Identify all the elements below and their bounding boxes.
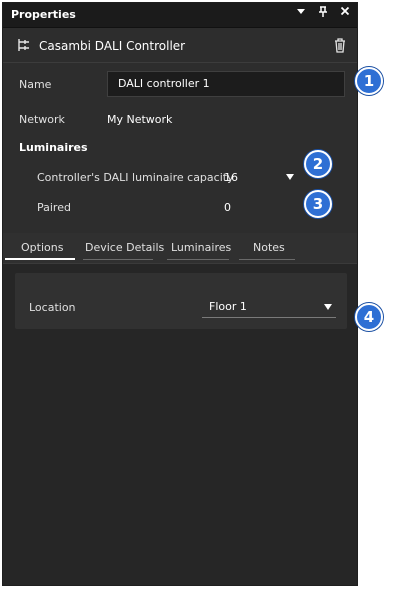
titlebar-icons [295, 6, 351, 21]
header-divider [3, 62, 357, 63]
dropdown-caret-icon[interactable] [295, 6, 307, 21]
tab-device-details-underline [83, 259, 153, 260]
network-label: Network [19, 113, 65, 126]
pin-icon[interactable] [317, 6, 329, 21]
properties-panel: Properties Casambi DALI Controller Name … [2, 2, 358, 586]
chevron-down-icon [286, 174, 294, 180]
tab-notes-underline [239, 259, 295, 260]
location-select[interactable]: Floor 1 [202, 297, 336, 318]
chevron-down-icon [324, 304, 332, 310]
location-label: Location [29, 301, 76, 314]
tab-options[interactable]: Options [21, 241, 63, 254]
network-value: My Network [107, 113, 173, 126]
capacity-dropdown[interactable]: 16 [217, 165, 297, 187]
tab-bar: Options Device Details Luminaires Notes [3, 233, 357, 264]
controller-icon [17, 38, 31, 52]
name-label: Name [19, 78, 52, 91]
name-field[interactable]: DALI controller 1 [107, 71, 345, 97]
tab-options-underline [5, 258, 75, 260]
device-header: Casambi DALI Controller [17, 37, 347, 57]
callout-badge-1: 1 [355, 67, 383, 95]
trash-icon[interactable] [333, 37, 347, 53]
tab-luminaires-underline [167, 259, 229, 260]
panel-titlebar: Properties [3, 3, 357, 28]
paired-label: Paired [37, 201, 71, 214]
location-value: Floor 1 [209, 300, 247, 313]
capacity-value: 16 [224, 171, 238, 184]
luminaires-section-title: Luminaires [19, 141, 88, 154]
tab-notes[interactable]: Notes [253, 241, 285, 254]
panel-title: Properties [11, 8, 76, 21]
callout-badge-3: 3 [304, 190, 332, 218]
device-title: Casambi DALI Controller [39, 39, 186, 53]
tab-luminaires[interactable]: Luminaires [171, 241, 231, 254]
options-content: Location Floor 1 [3, 264, 357, 585]
tab-device-details[interactable]: Device Details [85, 241, 164, 254]
close-icon[interactable] [339, 6, 351, 21]
callout-badge-2: 2 [304, 150, 332, 178]
capacity-label: Controller's DALI luminaire capacity [37, 171, 234, 184]
paired-value: 0 [224, 201, 231, 214]
options-card: Location Floor 1 [15, 273, 347, 329]
callout-badge-4: 4 [355, 303, 383, 331]
